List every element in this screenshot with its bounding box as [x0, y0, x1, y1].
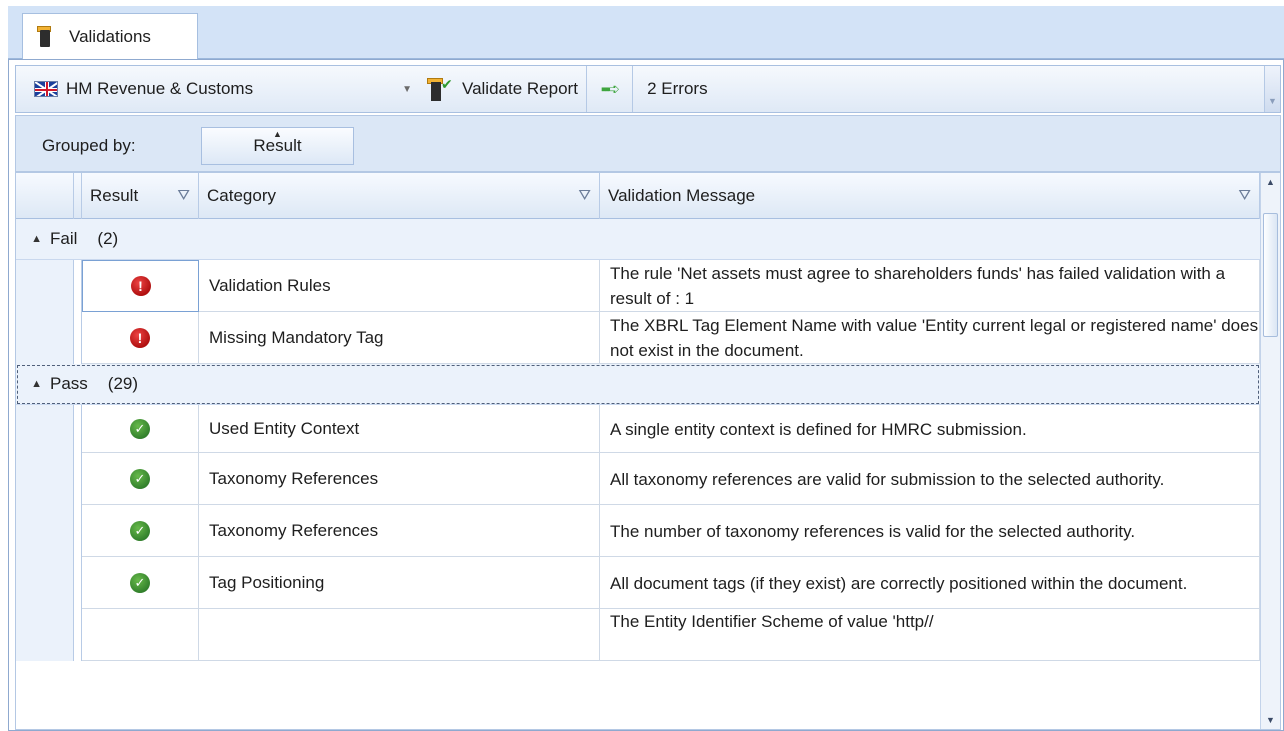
group-panel: Grouped by: ▲ Result — [15, 115, 1281, 172]
checkmark-icon: ✓ — [130, 573, 150, 593]
category-cell[interactable]: Taxonomy References — [199, 505, 600, 557]
message-cell[interactable]: A single entity context is defined for H… — [600, 405, 1260, 453]
authority-label: HM Revenue & Customs — [66, 79, 254, 98]
result-cell[interactable]: ✓ — [82, 405, 199, 453]
error-count-label: 2 Errors — [647, 79, 708, 98]
table-row[interactable]: ! Validation Rules The rule 'Net assets … — [16, 260, 1260, 312]
validate-report-button[interactable]: ✔ Validate Report — [426, 66, 586, 112]
next-error-button[interactable]: ▪▪➪ — [587, 66, 632, 112]
result-cell[interactable]: ! — [82, 260, 199, 312]
filter-funnel-icon[interactable]: ⛛ — [177, 187, 190, 204]
table-row[interactable]: ✓ Tag Positioning All document tags (if … — [16, 557, 1260, 609]
result-cell[interactable]: ✓ — [82, 557, 199, 609]
message-cell[interactable]: The Entity Identifier Scheme of value 'h… — [600, 609, 1260, 661]
checkmark-icon: ✓ — [130, 521, 150, 541]
validate-tool-icon — [37, 26, 53, 48]
category-cell[interactable]: Taxonomy References — [199, 453, 600, 505]
validate-report-icon: ✔ — [426, 76, 454, 102]
error-exclamation-icon: ! — [130, 276, 151, 296]
toolbar: HM Revenue & Customs ▼ ✔ Validate Report… — [15, 65, 1281, 113]
category-cell[interactable]: Validation Rules — [199, 260, 600, 312]
uk-flag-icon — [34, 81, 58, 97]
category-cell[interactable]: Tag Positioning — [199, 557, 600, 609]
message-cell[interactable]: The number of taxonomy references is val… — [600, 505, 1260, 557]
tab-strip: Validations — [8, 6, 1284, 60]
table-row[interactable]: ! Missing Mandatory Tag The XBRL Tag Ele… — [16, 312, 1260, 364]
category-cell[interactable] — [199, 609, 600, 661]
scroll-down-icon[interactable]: ▼ — [1261, 711, 1280, 729]
column-header-result[interactable]: Result ⛛ — [82, 173, 199, 219]
header-indent — [16, 173, 74, 219]
message-cell[interactable]: The XBRL Tag Element Name with value 'En… — [600, 312, 1260, 364]
chevron-down-icon: ▼ — [402, 83, 412, 95]
checkmark-icon: ✓ — [130, 419, 150, 439]
result-cell[interactable]: ! — [82, 312, 199, 364]
error-exclamation-icon: ! — [130, 328, 150, 348]
authority-dropdown[interactable]: HM Revenue & Customs ▼ — [16, 66, 426, 112]
table-row[interactable]: The Entity Identifier Scheme of value 'h… — [16, 609, 1260, 661]
toolbar-overflow-button[interactable]: ▼ — [1264, 66, 1280, 112]
tab-validations[interactable]: Validations — [22, 13, 198, 60]
sort-ascending-icon: ▲ — [273, 129, 282, 139]
scrollbar-thumb[interactable] — [1263, 213, 1278, 337]
message-cell[interactable]: The rule 'Net assets must agree to share… — [600, 260, 1260, 312]
next-error-arrow-icon: ▪▪➪ — [600, 81, 620, 98]
validate-report-label: Validate Report — [462, 79, 578, 98]
grouped-by-label: Grouped by: — [42, 136, 136, 155]
group-chip-label: Result — [253, 136, 302, 155]
error-summary: 2 Errors — [633, 66, 715, 112]
filter-funnel-icon[interactable]: ⛛ — [1238, 187, 1251, 204]
header-spacer — [74, 173, 82, 219]
result-cell[interactable]: ✓ — [82, 453, 199, 505]
checkmark-icon: ✓ — [130, 469, 150, 489]
result-cell[interactable]: ✓ — [82, 505, 199, 557]
validation-grid: Result ⛛ Category ⛛ Validation Message ⛛… — [15, 172, 1281, 730]
table-row[interactable]: ✓ Taxonomy References All taxonomy refer… — [16, 453, 1260, 505]
grid-header: Result ⛛ Category ⛛ Validation Message ⛛ — [16, 173, 1260, 219]
group-row-pass[interactable]: ▲ Pass (29) — [16, 364, 1260, 405]
scroll-up-icon[interactable]: ▲ — [1261, 173, 1280, 191]
column-header-category[interactable]: Category ⛛ — [199, 173, 600, 219]
column-header-validation-message[interactable]: Validation Message ⛛ — [600, 173, 1260, 219]
collapse-chevron-icon[interactable]: ▲ — [16, 233, 50, 245]
category-cell[interactable]: Used Entity Context — [199, 405, 600, 453]
group-row-fail[interactable]: ▲ Fail (2) — [16, 219, 1260, 260]
category-cell[interactable]: Missing Mandatory Tag — [199, 312, 600, 364]
table-row[interactable]: ✓ Taxonomy References The number of taxo… — [16, 505, 1260, 557]
result-cell[interactable] — [82, 609, 199, 661]
tab-label: Validations — [69, 27, 151, 46]
filter-funnel-icon[interactable]: ⛛ — [578, 187, 591, 204]
message-cell[interactable]: All taxonomy references are valid for su… — [600, 453, 1260, 505]
validations-panel: HM Revenue & Customs ▼ ✔ Validate Report… — [8, 59, 1284, 731]
message-cell[interactable]: All document tags (if they exist) are co… — [600, 557, 1260, 609]
collapse-chevron-icon[interactable]: ▲ — [16, 378, 50, 390]
vertical-scrollbar[interactable]: ▲ ▼ — [1260, 173, 1280, 729]
table-row[interactable]: ✓ Used Entity Context A single entity co… — [16, 405, 1260, 453]
group-chip-result[interactable]: ▲ Result — [201, 127, 354, 165]
